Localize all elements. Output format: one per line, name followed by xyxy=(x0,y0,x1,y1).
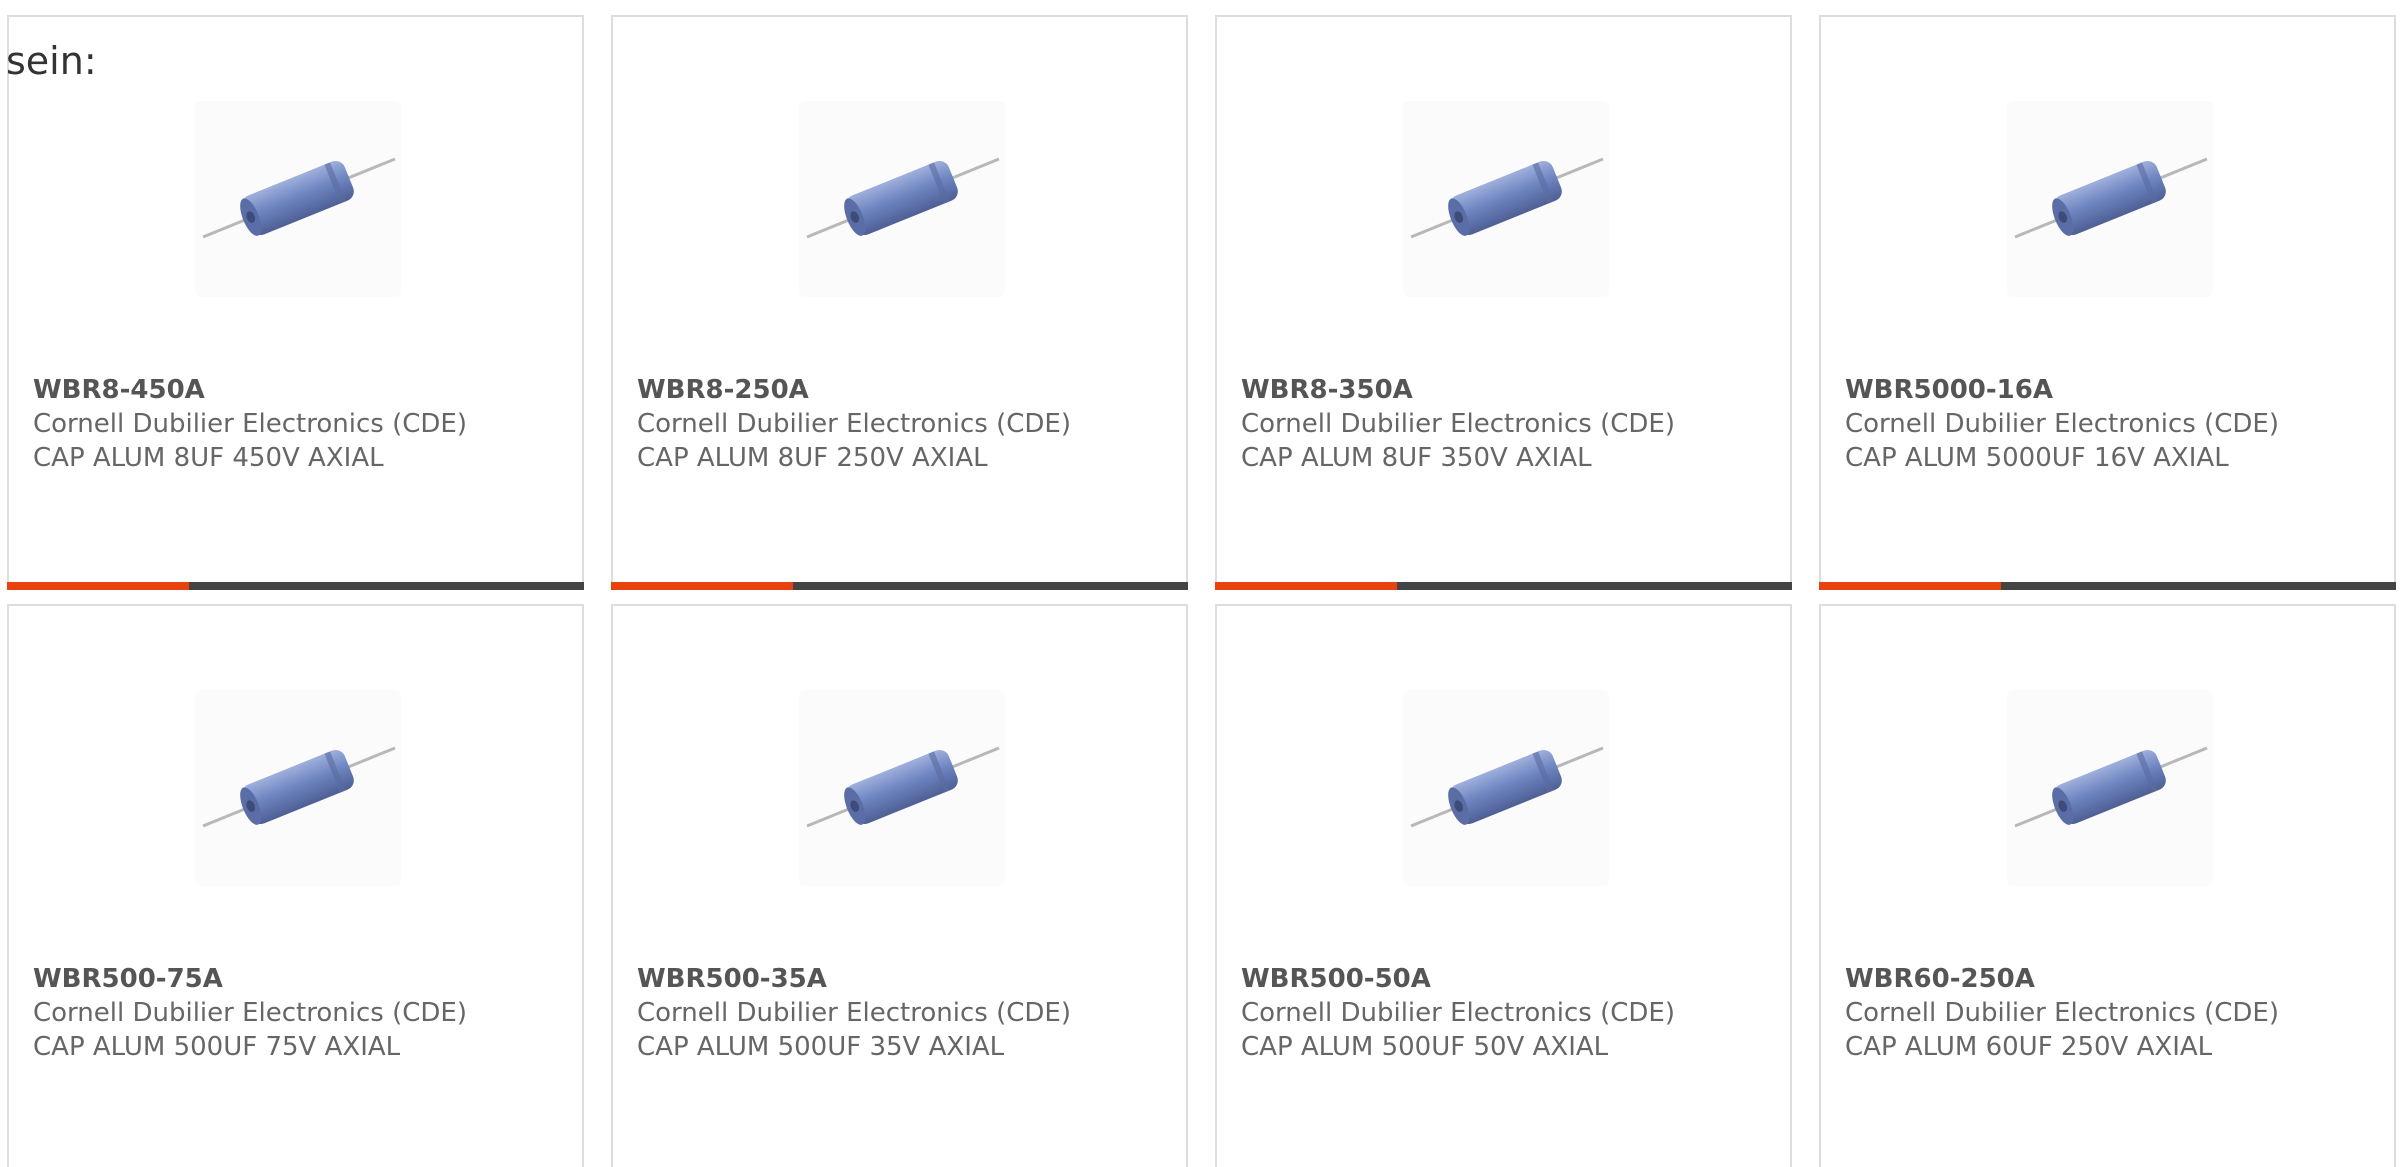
card-bottom-bar xyxy=(7,582,584,590)
manufacturer: Cornell Dubilier Electronics (CDE) xyxy=(637,409,1071,439)
product-card[interactable]: WBR60-250A Cornell Dubilier Electronics … xyxy=(1819,604,2396,1167)
product-card[interactable]: WBR500-75A Cornell Dubilier Electronics … xyxy=(7,604,584,1167)
part-number[interactable]: WBR500-50A xyxy=(1241,964,1431,994)
capacitor-image xyxy=(799,101,1005,297)
card-bottom-bar xyxy=(1215,582,1792,590)
manufacturer: Cornell Dubilier Electronics (CDE) xyxy=(33,409,467,439)
card-bottom-bar xyxy=(1819,582,2396,590)
description: CAP ALUM 500UF 35V AXIAL xyxy=(637,1032,1005,1062)
description: CAP ALUM 8UF 450V AXIAL xyxy=(33,443,384,473)
part-number[interactable]: WBR60-250A xyxy=(1845,964,2035,994)
intro-text: sein: xyxy=(6,39,97,83)
capacitor-image xyxy=(1403,690,1609,886)
manufacturer: Cornell Dubilier Electronics (CDE) xyxy=(33,998,467,1028)
manufacturer: Cornell Dubilier Electronics (CDE) xyxy=(637,998,1071,1028)
product-card[interactable]: WBR5000-16A Cornell Dubilier Electronics… xyxy=(1819,15,2396,590)
description: CAP ALUM 60UF 250V AXIAL xyxy=(1845,1032,2213,1062)
product-card[interactable]: WBR8-250A Cornell Dubilier Electronics (… xyxy=(611,15,1188,590)
capacitor-image xyxy=(1403,101,1609,297)
product-card[interactable]: WBR500-50A Cornell Dubilier Electronics … xyxy=(1215,604,1792,1167)
manufacturer: Cornell Dubilier Electronics (CDE) xyxy=(1845,409,2279,439)
product-grid-page: sein: WBR8-450A Cornell Dubilier Electro… xyxy=(0,0,2400,1167)
part-number[interactable]: WBR8-450A xyxy=(33,375,205,405)
capacitor-image xyxy=(799,690,1005,886)
capacitor-image xyxy=(2007,101,2213,297)
capacitor-image xyxy=(2007,690,2213,886)
capacitor-image xyxy=(195,690,401,886)
description: CAP ALUM 5000UF 16V AXIAL xyxy=(1845,443,2229,473)
description: CAP ALUM 8UF 350V AXIAL xyxy=(1241,443,1592,473)
manufacturer: Cornell Dubilier Electronics (CDE) xyxy=(1241,409,1675,439)
part-number[interactable]: WBR8-250A xyxy=(637,375,809,405)
card-accent-bar xyxy=(1819,582,2001,590)
description: CAP ALUM 8UF 250V AXIAL xyxy=(637,443,988,473)
part-number[interactable]: WBR500-35A xyxy=(637,964,827,994)
part-number[interactable]: WBR8-350A xyxy=(1241,375,1413,405)
card-bottom-bar xyxy=(611,582,1188,590)
capacitor-image xyxy=(195,101,401,297)
product-card[interactable]: WBR8-350A Cornell Dubilier Electronics (… xyxy=(1215,15,1792,590)
product-card[interactable]: WBR8-450A Cornell Dubilier Electronics (… xyxy=(7,15,584,590)
card-accent-bar xyxy=(1215,582,1397,590)
manufacturer: Cornell Dubilier Electronics (CDE) xyxy=(1241,998,1675,1028)
description: CAP ALUM 500UF 50V AXIAL xyxy=(1241,1032,1609,1062)
product-card[interactable]: WBR500-35A Cornell Dubilier Electronics … xyxy=(611,604,1188,1167)
part-number[interactable]: WBR5000-16A xyxy=(1845,375,2053,405)
part-number[interactable]: WBR500-75A xyxy=(33,964,223,994)
card-accent-bar xyxy=(611,582,793,590)
card-accent-bar xyxy=(7,582,189,590)
description: CAP ALUM 500UF 75V AXIAL xyxy=(33,1032,401,1062)
manufacturer: Cornell Dubilier Electronics (CDE) xyxy=(1845,998,2279,1028)
